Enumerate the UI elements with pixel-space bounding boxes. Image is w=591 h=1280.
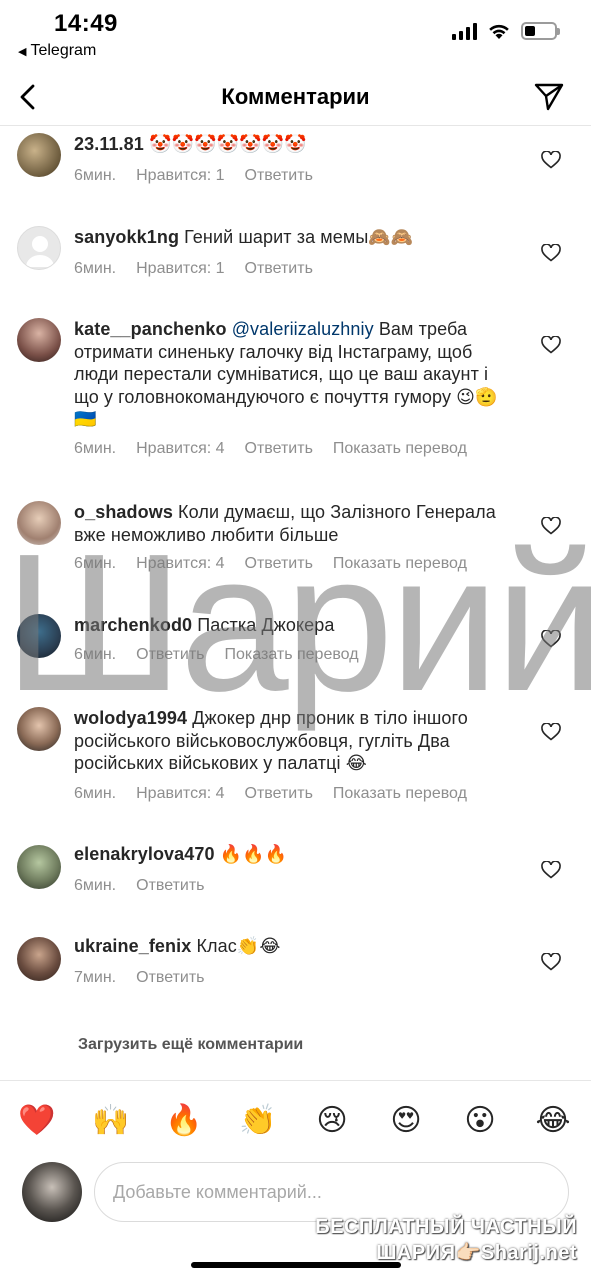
comment-username[interactable]: sanyokk1ng xyxy=(74,227,179,247)
comment-time: 6мин. xyxy=(74,646,117,663)
back-app-label: Telegram xyxy=(30,42,97,59)
comment-likes[interactable]: Нравится: 4 xyxy=(136,440,224,457)
reply-button[interactable]: Ответить xyxy=(245,167,313,184)
comment-time: 6мин. xyxy=(74,785,117,802)
comment-likes[interactable]: Нравится: 1 xyxy=(136,260,224,277)
comment-meta: 6мин. Ответить xyxy=(74,877,225,895)
comment-likes[interactable]: Нравится: 4 xyxy=(136,785,224,802)
heart-icon[interactable] xyxy=(541,244,561,262)
comment-username[interactable]: o_shadows xyxy=(74,502,173,522)
heart-icon[interactable] xyxy=(541,336,561,354)
brand-line-1: БЕСПЛАТНЫЙ ЧАСТНЫЙ xyxy=(315,1216,577,1238)
comment-username[interactable]: elenakrylova470 xyxy=(74,844,215,864)
comment-input[interactable] xyxy=(94,1162,569,1222)
comment-text: Гений шарит за мемы🙈🙈 xyxy=(184,227,414,247)
default-avatar-icon xyxy=(26,236,54,267)
load-more-comments-button[interactable]: Загрузить ещё комментарии xyxy=(78,1036,303,1054)
page-title: Комментарии xyxy=(221,84,370,109)
emoji-laughing-button[interactable]: 😂 xyxy=(533,1101,573,1141)
comment-username[interactable]: kate__panchenko xyxy=(74,319,227,339)
reply-button[interactable]: Ответить xyxy=(136,877,204,894)
comment-username[interactable]: ukraine_fenix xyxy=(74,936,191,956)
comment-likes[interactable]: Нравится: 1 xyxy=(136,167,224,184)
comment-meta: 6мин. Нравится: 4 Ответить Показать перевод xyxy=(74,785,487,803)
back-to-app-link[interactable]: ◀ Telegram xyxy=(18,42,96,60)
comment-time: 7мин. xyxy=(74,969,117,986)
comment-meta: 7мин. Ответить xyxy=(74,969,225,987)
avatar[interactable] xyxy=(17,614,61,658)
avatar[interactable] xyxy=(17,226,61,270)
show-translation-button[interactable]: Показать перевод xyxy=(225,646,359,663)
current-user-avatar[interactable] xyxy=(22,1162,82,1222)
comment-likes[interactable]: Нравится: 4 xyxy=(136,555,224,572)
reply-button[interactable]: Ответить xyxy=(245,260,313,277)
heart-icon[interactable] xyxy=(541,861,561,879)
status-icons xyxy=(452,22,560,40)
emoji-quick-bar: ❤️ 🙌 🔥 👏 😢 😍 😮 😂 xyxy=(0,1080,591,1158)
send-direct-icon[interactable] xyxy=(533,80,565,112)
comment-text: 🔥🔥🔥 xyxy=(219,844,288,864)
comment-mention[interactable]: @valeriizaluzhniy xyxy=(232,319,374,339)
brand-overlay: БЕСПЛАТНЫЙ ЧАСТНЫЙ ШАРИЯ👉🏻Sharij.net xyxy=(315,1214,577,1266)
heart-icon[interactable] xyxy=(541,517,561,535)
emoji-fire-button[interactable]: 🔥 xyxy=(164,1101,204,1141)
comment-text: 🤡🤡🤡🤡🤡🤡🤡 xyxy=(148,134,307,154)
heart-icon[interactable] xyxy=(541,723,561,741)
emoji-heart-eyes-button[interactable]: 😍 xyxy=(386,1101,426,1141)
cellular-signal-icon xyxy=(452,22,477,40)
reply-button[interactable]: Ответить xyxy=(136,646,204,663)
status-bar: 14:49 ◀ Telegram xyxy=(0,0,591,70)
back-triangle-icon: ◀ xyxy=(18,46,27,58)
comment-text: Пастка Джокера xyxy=(197,615,335,635)
avatar[interactable] xyxy=(17,845,61,889)
comment-time: 6мин. xyxy=(74,167,117,184)
comments-list: 23.11.81 🤡🤡🤡🤡🤡🤡🤡 6мин. Нравится: 1 Ответит… xyxy=(0,127,591,1082)
reply-button[interactable]: Ответить xyxy=(136,969,204,986)
emoji-surprised-button[interactable]: 😮 xyxy=(460,1101,500,1141)
reply-button[interactable]: Ответить xyxy=(245,440,313,457)
reply-button[interactable]: Ответить xyxy=(245,785,313,802)
avatar[interactable] xyxy=(17,937,61,981)
avatar[interactable] xyxy=(17,501,61,545)
show-translation-button[interactable]: Показать перевод xyxy=(333,440,467,457)
comment-meta: 6мин. Нравится: 1 Ответить xyxy=(74,260,333,278)
heart-icon[interactable] xyxy=(541,953,561,971)
reply-button[interactable]: Ответить xyxy=(245,555,313,572)
emoji-heart-button[interactable]: ❤️ xyxy=(17,1101,57,1141)
home-indicator xyxy=(191,1262,401,1268)
comment-time: 6мин. xyxy=(74,440,117,457)
comment-username[interactable]: 23.11.81 xyxy=(74,134,144,154)
comment-text: Клас👏😂 xyxy=(196,936,281,956)
comment-meta: 6мин. Нравится: 4 Ответить Показать перевод xyxy=(74,555,487,573)
wifi-icon xyxy=(489,24,509,39)
emoji-crying-button[interactable]: 😢 xyxy=(312,1101,352,1141)
comment-time: 6мин. xyxy=(74,877,117,894)
emoji-clap-button[interactable]: 👏 xyxy=(238,1101,278,1141)
comment-meta: 6мин. Нравится: 1 Ответить xyxy=(74,167,333,185)
show-translation-button[interactable]: Показать перевод xyxy=(333,555,467,572)
comment-username[interactable]: wolodya1994 xyxy=(74,708,187,728)
heart-icon[interactable] xyxy=(541,151,561,169)
heart-icon[interactable] xyxy=(541,630,561,648)
comment-username[interactable]: marchenkod0 xyxy=(74,615,192,635)
avatar[interactable] xyxy=(17,133,61,177)
comment-time: 6мин. xyxy=(74,555,117,572)
comment-meta: 6мин. Нравится: 4 Ответить Показать перевод xyxy=(74,440,487,458)
header: Комментарии xyxy=(0,70,591,126)
comment-time: 6мин. xyxy=(74,260,117,277)
comment-meta: 6мин. Ответить Показать перевод xyxy=(74,646,379,664)
status-time: 14:49 xyxy=(54,10,118,37)
battery-icon xyxy=(521,22,560,40)
show-translation-button[interactable]: Показать перевод xyxy=(333,785,467,802)
emoji-raised-hands-button[interactable]: 🙌 xyxy=(91,1101,131,1141)
avatar[interactable] xyxy=(17,707,61,751)
avatar[interactable] xyxy=(17,318,61,362)
